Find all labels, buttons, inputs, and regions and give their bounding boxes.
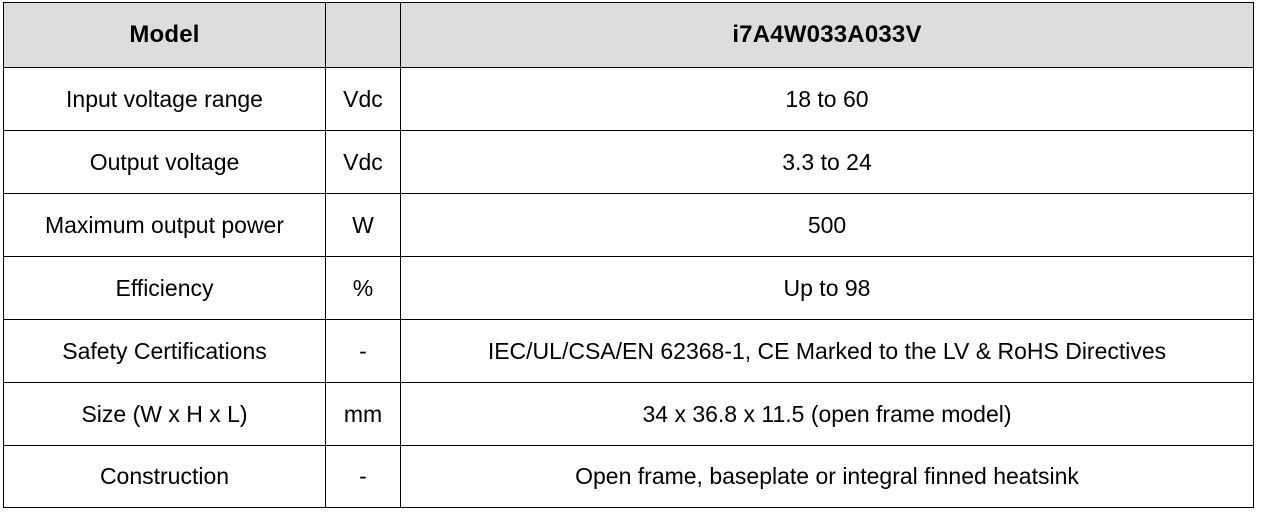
table-header: Model i7A4W033A033V [3, 2, 1254, 68]
unit-cell: Vdc [325, 67, 401, 131]
unit-cell: - [325, 319, 401, 383]
parameter-cell: Efficiency [3, 256, 326, 320]
parameter-cell: Output voltage [3, 130, 326, 194]
value-cell: 500 [400, 193, 1254, 257]
header-model-number: i7A4W033A033V [400, 2, 1254, 68]
header-row: Model i7A4W033A033V [3, 2, 1254, 68]
value-cell: Open frame, baseplate or integral finned… [400, 445, 1254, 508]
value-cell: Up to 98 [400, 256, 1254, 320]
unit-cell: W [325, 193, 401, 257]
value-cell: 18 to 60 [400, 67, 1254, 131]
table-row: Efficiency% Up to 98 [3, 256, 1254, 320]
unit-cell: - [325, 445, 401, 508]
unit-cell: % [325, 256, 401, 320]
table-row: Construction - Open frame, baseplate or in… [3, 445, 1254, 508]
parameter-cell: Maximum output power [3, 193, 326, 257]
value-cell: IEC/UL/CSA/EN 62368-1, CE Marked to the … [400, 319, 1254, 383]
product-specification-table: Model i7A4W033A033V Input voltage range V… [3, 2, 1254, 508]
parameter-cell: Construction [3, 445, 326, 508]
unit-cell: mm [325, 382, 401, 446]
table-row: Input voltage range Vdc 18 to 60 [3, 67, 1254, 131]
value-cell: 3.3 to 24 [400, 130, 1254, 194]
header-model-label: Model [3, 2, 326, 68]
table-row: Safety Certifications - IEC/UL/CSA/EN 6236… [3, 319, 1254, 383]
table-row: Output voltage Vdc 3.3 to 24 [3, 130, 1254, 194]
parameter-cell: Safety Certifications [3, 319, 326, 383]
unit-cell: Vdc [325, 130, 401, 194]
table-row: Maximum output power W 500 [3, 193, 1254, 257]
table-row: Size (W x H x L) mm 34 x 36.8 x 11.5 (open… [3, 382, 1254, 446]
value-cell: 34 x 36.8 x 11.5 (open frame model) [400, 382, 1254, 446]
specification-sheet: Model i7A4W033A033V Input voltage range V… [0, 0, 1287, 516]
parameter-cell: Input voltage range [3, 67, 326, 131]
header-unit-blank [325, 2, 401, 68]
table-body: Input voltage range Vdc 18 to 60 Output vol… [3, 67, 1254, 508]
parameter-cell: Size (W x H x L) [3, 382, 326, 446]
